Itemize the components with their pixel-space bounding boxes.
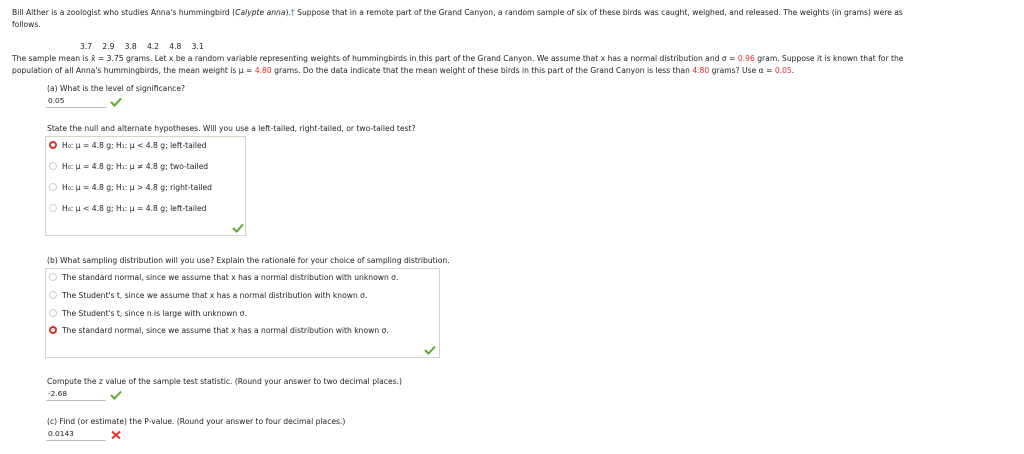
part-a-question: (a) What is the level of significance? [47,84,186,93]
option-label: The standard normal, since we assume tha… [62,326,389,335]
hypotheses-question: State the null and alternate hypotheses.… [47,124,416,133]
hypothesis-option-3[interactable]: H₀: μ = 4.8 g; H₁: μ > 4.8 g; right-tail… [49,183,212,192]
option-label: H₀: μ = 4.8 g; H₁: μ > 4.8 g; right-tail… [62,183,212,192]
mean-text-f: . [791,66,795,75]
p-value-input[interactable]: 0.0143 [46,428,106,441]
species-name: Calypte anna [235,8,286,17]
radio-icon[interactable] [49,204,57,212]
weights-data: 3.7 2.9 3.8 4.2 4.8 3.1 [80,42,204,51]
intro-text: Bill Alther is a zoologist who studies A… [12,8,236,17]
distribution-option-2[interactable]: The Student's t, since we assume that x … [49,291,367,300]
check-icon [424,345,436,355]
option-label: The Student's t, since n is large with u… [62,309,247,318]
option-label: H₀: μ = 4.8 g; H₁: μ ≠ 4.8 g; two-tailed [62,162,209,171]
alpha-value: 0.05 [774,66,792,75]
mean-text-d: grams. Do the data indicate that the mea… [271,66,693,75]
radio-selected-icon[interactable] [49,141,57,149]
mean-text-b: gram. Suppose it is known that for the [754,54,904,63]
mean-line-2: population of all Anna's hummingbirds, t… [12,66,794,75]
z-value-input[interactable]: -2.68 [46,388,106,401]
distribution-options: The standard normal, since we assume tha… [45,268,440,358]
option-label: H₀: μ < 4.8 g; H₁: μ = 4.8 g; left-taile… [62,204,207,213]
intro-text-c: Suppose that in a remote part of the Gra… [294,8,903,17]
check-icon [110,97,122,107]
distribution-option-1[interactable]: The standard normal, since we assume tha… [49,273,398,282]
option-label: H₀: μ = 4.8 g; H₁: μ < 4.8 g; left-taile… [62,141,207,150]
sigma-value: 0.96 [737,54,755,63]
radio-icon[interactable] [49,309,57,317]
hypothesis-option-1[interactable]: H₀: μ = 4.8 g; H₁: μ < 4.8 g; left-taile… [49,141,206,150]
part-b-question: (b) What sampling distribution will you … [47,256,450,265]
distribution-option-3[interactable]: The Student's t, since n is large with u… [49,309,247,318]
mu-value: 4.80 [254,66,272,75]
option-label: The standard normal, since we assume tha… [62,273,399,282]
mean-text-c: population of all Anna's hummingbirds, t… [12,66,255,75]
option-label: The Student's t, since we assume that x … [62,291,368,300]
radio-icon[interactable] [49,162,57,170]
intro-line-1: Bill Alther is a zoologist who studies A… [12,8,903,17]
radio-icon[interactable] [49,291,57,299]
significance-input[interactable]: 0.05 [46,95,106,108]
mean-line-1: The sample mean is x̄ = 3.75 grams. Let … [12,54,903,63]
distribution-option-4[interactable]: The standard normal, since we assume tha… [49,326,389,335]
check-icon [110,390,122,400]
radio-icon[interactable] [49,273,57,281]
hypothesis-option-4[interactable]: H₀: μ < 4.8 g; H₁: μ = 4.8 g; left-taile… [49,204,206,213]
cross-icon [111,430,121,440]
mu-value-2: 4.80 [692,66,710,75]
mean-text-e: grams? Use α = [709,66,775,75]
part-c-question: (c) Find (or estimate) the P-value. (Rou… [47,417,346,426]
intro-line-2: follows. [12,20,41,29]
check-icon [232,223,244,233]
z-value-question: Compute the z value of the sample test s… [47,377,402,386]
radio-selected-icon[interactable] [49,326,57,334]
hypothesis-option-2[interactable]: H₀: μ = 4.8 g; H₁: μ ≠ 4.8 g; two-tailed [49,162,208,171]
radio-icon[interactable] [49,183,57,191]
mean-text-a: The sample mean is x̄ = 3.75 grams. Let … [12,54,738,63]
hypotheses-options: H₀: μ = 4.8 g; H₁: μ < 4.8 g; left-taile… [45,136,246,236]
